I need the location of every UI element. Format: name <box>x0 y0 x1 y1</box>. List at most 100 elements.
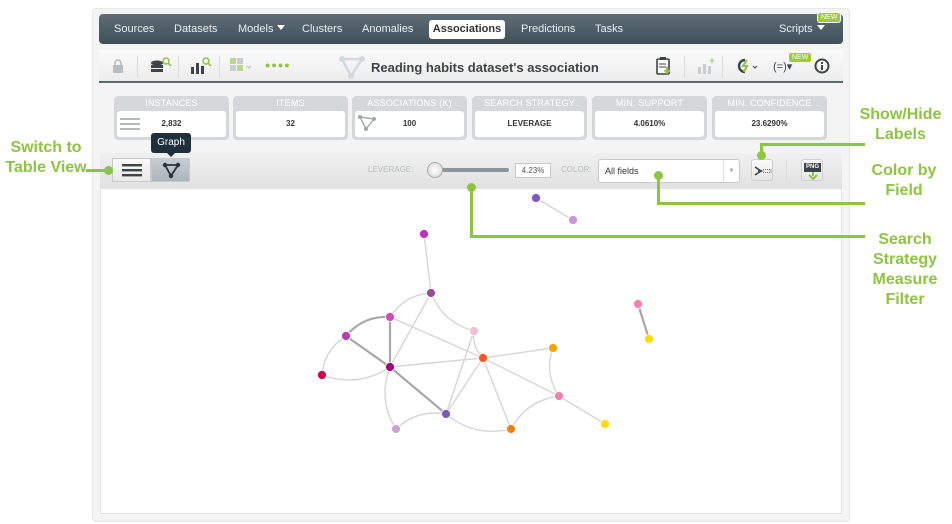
add-chart-icon[interactable] <box>697 57 715 75</box>
graph-edge <box>445 357 484 415</box>
graph-edge <box>548 347 560 397</box>
graph-edge <box>423 233 432 294</box>
graph-edge <box>482 357 560 397</box>
graph-edge <box>389 316 484 359</box>
export-png-button[interactable]: PNG <box>801 159 823 181</box>
annotation-show-hide-labels: Show/Hide Labels <box>859 106 942 143</box>
graph-edge <box>430 292 475 332</box>
graph-node[interactable] <box>554 391 564 401</box>
association-icon <box>339 56 365 79</box>
stat-search-strategy: SEARCH STRATEGY LEVERAGE <box>472 96 587 140</box>
stat-label: INSTANCES <box>145 98 198 108</box>
stat-label: ASSOCIATIONS (K) <box>367 98 452 108</box>
nav-anomalies[interactable]: Anomalies <box>362 23 413 35</box>
graph-node[interactable] <box>633 299 643 309</box>
graph-node[interactable] <box>419 229 429 239</box>
nav-predictions[interactable]: Predictions <box>521 23 575 35</box>
graph-node[interactable] <box>548 343 558 353</box>
nav-associations[interactable]: Associations <box>429 20 505 39</box>
report-download-icon[interactable] <box>656 57 674 75</box>
stat-value: LEVERAGE <box>475 111 584 137</box>
color-field-select[interactable]: All fields ▼ <box>598 159 740 183</box>
graph-node[interactable] <box>441 409 451 419</box>
sample-icon[interactable] <box>229 57 255 75</box>
nav-clusters[interactable]: Clusters <box>302 23 342 35</box>
toolbar-divider <box>219 56 220 78</box>
graph-edge <box>636 303 651 340</box>
graph-edge <box>345 315 391 337</box>
nav-scripts-label: Scripts <box>779 23 813 35</box>
graph-node[interactable] <box>391 424 401 434</box>
graph-node[interactable] <box>531 193 541 203</box>
graph-edge <box>445 413 512 432</box>
leverage-value: 4.23% <box>515 163 551 178</box>
nav-scripts[interactable]: Scripts <box>779 23 825 35</box>
toolbar-divider <box>786 160 787 182</box>
status-dots-icon: ●●●● <box>265 60 291 70</box>
graph-view-button[interactable] <box>151 158 190 182</box>
graph-edge <box>510 395 560 430</box>
info-icon[interactable] <box>814 58 830 74</box>
graph-node[interactable] <box>568 215 578 225</box>
nav-sources[interactable]: Sources <box>114 23 154 35</box>
graph-edge <box>321 366 391 381</box>
list-icon <box>122 164 142 177</box>
leverage-slider-track[interactable] <box>433 168 509 172</box>
graph-node[interactable] <box>600 419 610 429</box>
stat-min-support: MIN. SUPPORT 4.0610% <box>592 96 707 140</box>
annotation-line <box>760 143 865 146</box>
toolbar-divider <box>178 56 179 78</box>
annotation-line <box>470 186 473 238</box>
graph-node[interactable] <box>341 331 351 341</box>
graph-edge <box>345 335 391 368</box>
graph-edge <box>535 197 574 221</box>
nav-models-label: Models <box>238 23 274 35</box>
graph-edge <box>384 366 397 430</box>
nav-models[interactable]: Models <box>238 23 286 35</box>
association-icon <box>358 115 376 131</box>
page-title: Reading habits dataset's association <box>371 60 599 75</box>
dataset-search-icon[interactable] <box>150 57 172 75</box>
graph-edge <box>321 335 347 376</box>
graph-node[interactable] <box>469 326 479 336</box>
graph-node[interactable] <box>385 312 395 322</box>
workflow-icon[interactable] <box>733 58 761 74</box>
new-badge: NEW <box>817 12 842 23</box>
stat-label: MIN. SUPPORT <box>615 98 684 108</box>
stat-value: 4.0610% <box>595 111 704 137</box>
lock-icon[interactable] <box>112 59 124 73</box>
graph-tooltip: Graph <box>151 133 191 157</box>
leverage-label: LEVERAGE: <box>368 165 414 174</box>
graph-node[interactable] <box>644 334 654 344</box>
annotation-search-strategy-filter: Search Strategy Measure Filter <box>872 231 938 308</box>
toolbar-divider <box>722 56 723 78</box>
toggle-labels-button[interactable] <box>751 159 773 181</box>
annotation-line <box>657 202 865 205</box>
graph-node[interactable] <box>478 353 488 363</box>
stat-value: 32 <box>236 111 345 137</box>
annotation-dot <box>104 166 113 175</box>
graph-edge <box>389 357 484 368</box>
stat-min-confidence: MIN. CONFIDENCE 23.6290% <box>712 96 827 140</box>
chevron-down-icon <box>816 25 825 30</box>
nav-datasets[interactable]: Datasets <box>174 23 217 35</box>
stat-items: ITEMS 32 <box>233 96 348 140</box>
new-badge: NEW <box>788 52 813 63</box>
model-search-icon[interactable] <box>190 57 212 75</box>
graph-node[interactable] <box>385 362 395 372</box>
leverage-slider-handle[interactable] <box>427 162 443 178</box>
graph-edge <box>395 412 447 430</box>
graph-edge <box>482 357 512 430</box>
chevron-down-icon <box>277 25 286 30</box>
nav-tasks[interactable]: Tasks <box>595 23 623 35</box>
chevron-down-icon: ▼ <box>723 160 739 182</box>
stat-associations: ASSOCIATIONS (K) 100 <box>352 96 467 140</box>
graph-node[interactable] <box>426 288 436 298</box>
labels-icon <box>754 166 772 176</box>
graph-node[interactable] <box>317 370 327 380</box>
table-view-button[interactable] <box>112 158 151 182</box>
annotation-color-by-field: Color by Field <box>871 162 937 199</box>
graph-node[interactable] <box>506 424 516 434</box>
color-label: COLOR: <box>561 165 592 174</box>
graph-edge <box>482 347 554 359</box>
